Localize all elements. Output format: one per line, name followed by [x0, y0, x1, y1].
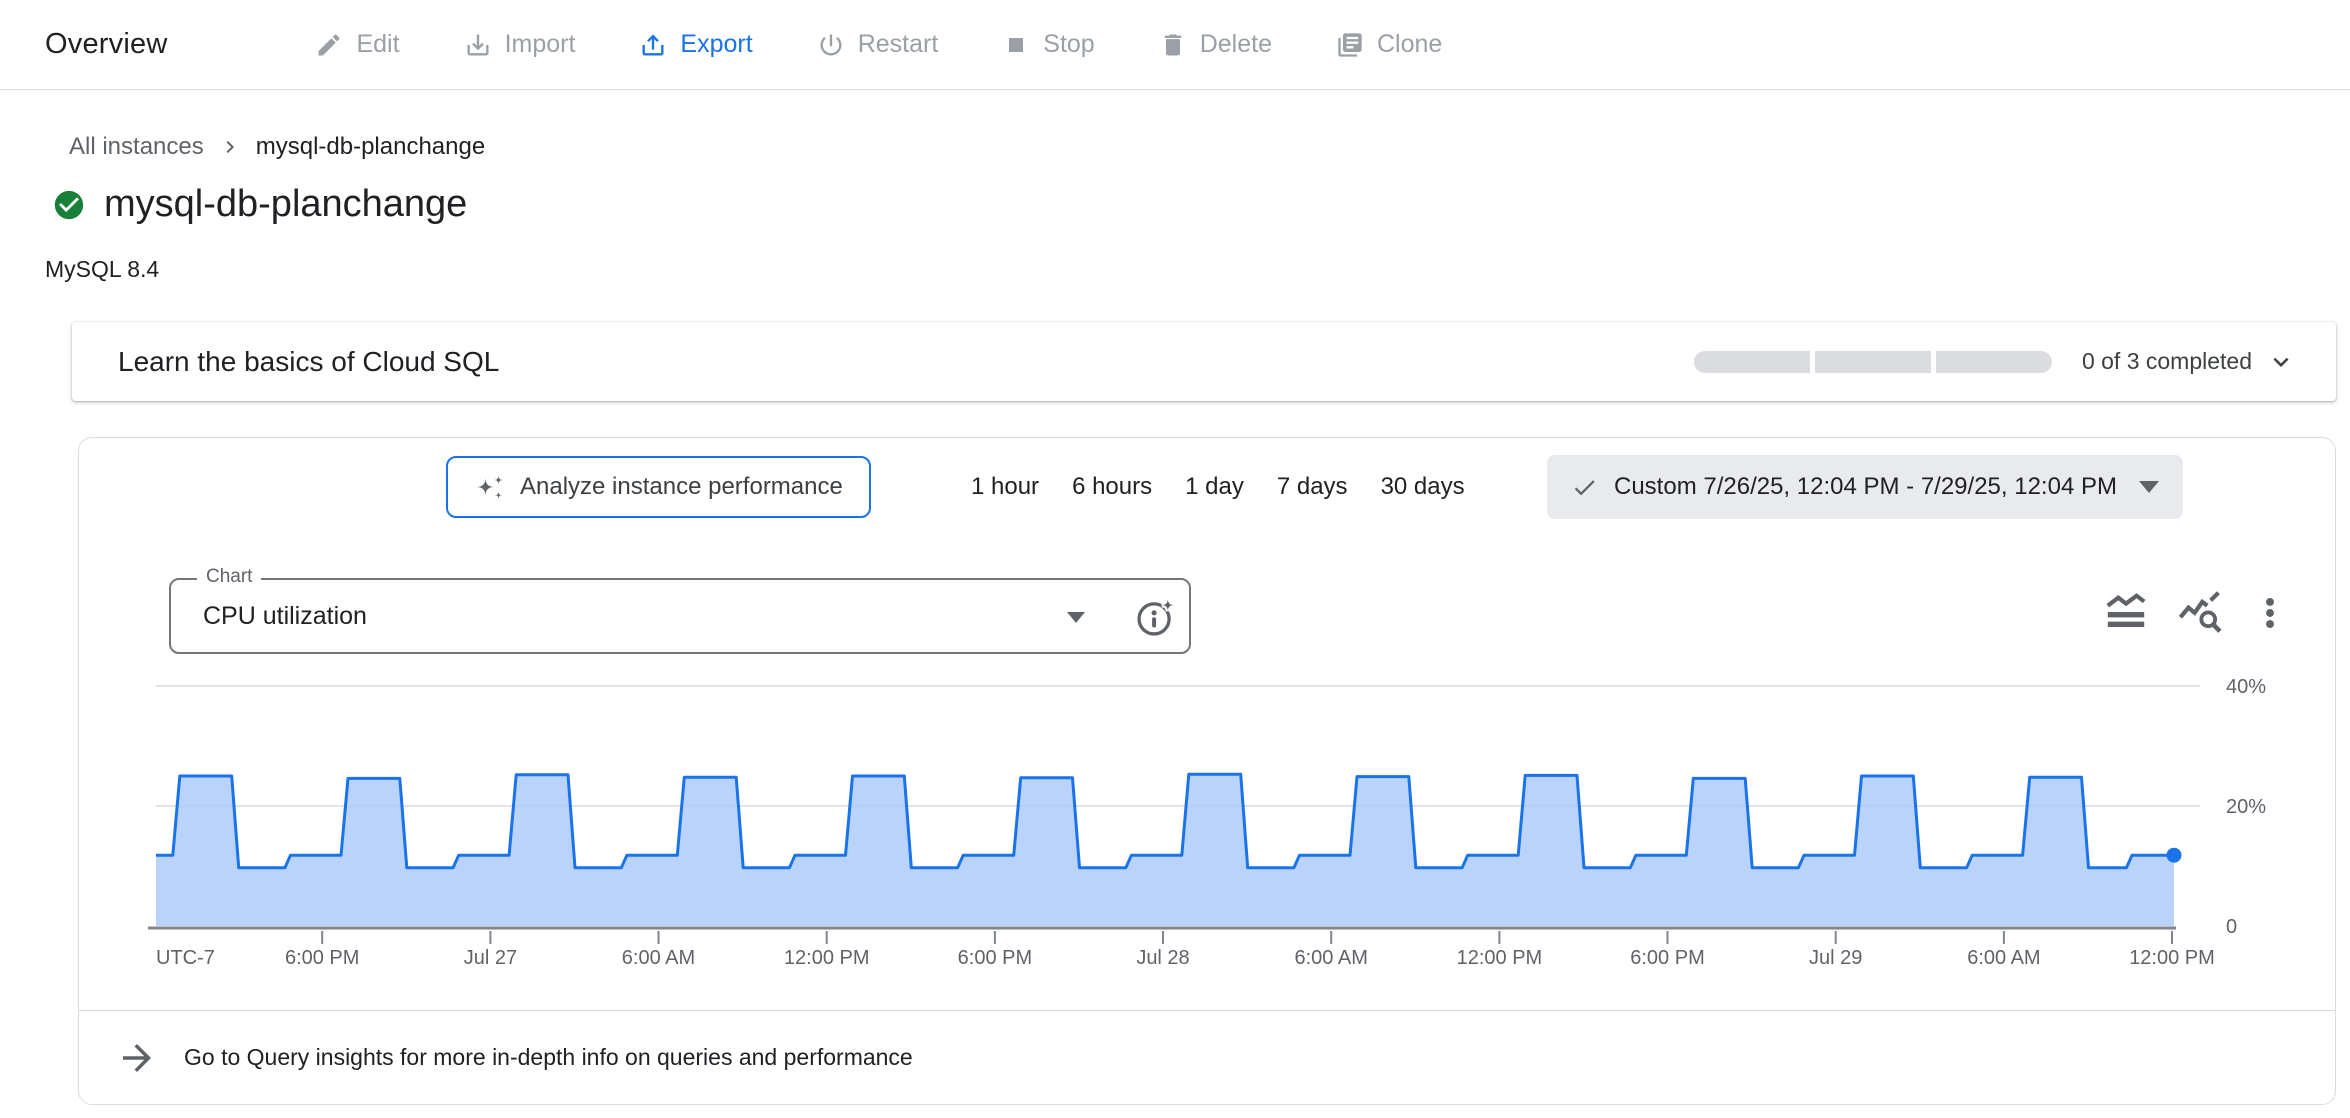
clone-button[interactable]: Clone [1336, 30, 1442, 59]
clone-label: Clone [1377, 30, 1442, 59]
check-icon [1571, 474, 1598, 501]
range-6-hours[interactable]: 6 hours [1072, 473, 1152, 501]
chart-toolbar [2103, 590, 2289, 636]
progress-segment [1815, 351, 1931, 373]
query-insights-link[interactable]: Go to Query insights for more in-depth i… [79, 1010, 2335, 1104]
range-30-days[interactable]: 30 days [1381, 473, 1465, 501]
kebab-menu-icon [2251, 592, 2289, 634]
delete-label: Delete [1200, 30, 1272, 59]
analyze-performance-button[interactable]: Analyze instance performance [446, 456, 871, 518]
arrow-right-icon [116, 1037, 158, 1079]
cloud-sql-overview-page: Overview Edit Import Export Restart Stop [0, 0, 2350, 1118]
instance-name: mysql-db-planchange [104, 183, 467, 226]
export-button[interactable]: Export [639, 30, 752, 59]
x-tick-label: 12:00 PM [784, 947, 870, 969]
chart-more-options-button[interactable] [2251, 592, 2289, 634]
pencil-icon [315, 31, 343, 59]
chevron-down-icon [2266, 347, 2296, 377]
query-insights-text: Go to Query insights for more in-depth i… [184, 1044, 913, 1071]
x-tick-label: 6:00 PM [958, 947, 1032, 969]
restart-label: Restart [858, 30, 939, 59]
breadcrumb-all-instances-link[interactable]: All instances [69, 133, 204, 161]
top-toolbar: Overview Edit Import Export Restart Stop [0, 0, 2350, 90]
dropdown-arrow-icon [2139, 481, 2159, 493]
breadcrumb: All instances mysql-db-planchange [69, 133, 2350, 161]
import-button[interactable]: Import [464, 30, 576, 59]
area-chart-toggle-button[interactable] [2103, 590, 2149, 636]
trash-icon [1159, 31, 1187, 59]
clone-icon [1336, 31, 1364, 59]
import-icon [464, 31, 492, 59]
learn-banner-title: Learn the basics of Cloud SQL [118, 346, 499, 378]
chart-metric-select[interactable]: Chart CPU utilization [169, 578, 1191, 654]
y-tick-label: 0 [2226, 916, 2237, 938]
x-tick-label: Jul 27 [464, 947, 517, 969]
status-ok-icon [52, 188, 86, 222]
chevron-right-icon [218, 135, 242, 159]
time-range-options: 1 hour 6 hours 1 day 7 days 30 days [971, 456, 1465, 518]
x-tick-label: 12:00 PM [2129, 947, 2215, 969]
info-sparkle-icon [1133, 596, 1177, 640]
progress-label: 0 of 3 completed [2082, 348, 2252, 375]
analyze-button-label: Analyze instance performance [520, 473, 843, 501]
progress-segment [1936, 351, 2052, 373]
power-icon [817, 31, 845, 59]
edit-label: Edit [356, 30, 399, 59]
engine-version: MySQL 8.4 [45, 256, 2350, 283]
instance-title-row: mysql-db-planchange [52, 183, 2350, 226]
stop-icon [1002, 31, 1030, 59]
stop-label: Stop [1043, 30, 1094, 59]
stop-button[interactable]: Stop [1002, 30, 1094, 59]
query-stats-icon [2177, 590, 2223, 636]
select-arrow-icon [1067, 612, 1085, 623]
x-tick-label: 6:00 PM [1630, 947, 1704, 969]
x-tick-label: Jul 29 [1809, 947, 1862, 969]
progress-segment [1694, 351, 1810, 373]
y-tick-label: 20% [2226, 796, 2266, 818]
chart-select-value: CPU utilization [203, 580, 367, 652]
cpu-utilization-chart[interactable]: 6:00 PM Jul 27 6:00 AM 12:00 PM 6:00 PM Jul 2… [80, 646, 2335, 991]
custom-range-label: Custom 7/26/25, 12:04 PM - 7/29/25, 12:0… [1614, 473, 2117, 501]
learn-banner-progress: 0 of 3 completed [1694, 347, 2296, 377]
x-tick-label: Jul 28 [1136, 947, 1189, 969]
toolbar-actions: Edit Import Export Restart Stop Delete [315, 30, 1442, 59]
banner-expand-button[interactable] [2266, 347, 2296, 377]
progress-bar [1694, 351, 2052, 373]
explore-metrics-button[interactable] [2177, 590, 2223, 636]
gemini-sparkle-icon [474, 473, 505, 501]
x-tick-label: 12:00 PM [1457, 947, 1543, 969]
y-tick-label: 40% [2226, 676, 2266, 698]
breadcrumb-current: mysql-db-planchange [256, 133, 485, 161]
cpu-area-fill [156, 774, 2174, 926]
page-title: Overview [45, 28, 167, 61]
export-icon [639, 31, 667, 59]
monitoring-card: Analyze instance performance 1 hour 6 ho… [78, 437, 2336, 1105]
delete-button[interactable]: Delete [1159, 30, 1272, 59]
area-chart-icon [2103, 590, 2149, 636]
x-tick-label: 6:00 PM [285, 947, 359, 969]
export-label: Export [680, 30, 752, 59]
range-7-days[interactable]: 7 days [1277, 473, 1348, 501]
x-tick-label: 6:00 AM [1967, 947, 2040, 969]
timezone-label: UTC-7 [156, 947, 215, 969]
metric-ai-info-button[interactable] [1133, 596, 1177, 640]
plot-area: 6:00 PM Jul 27 6:00 AM 12:00 PM 6:00 PM Jul 2… [80, 646, 2335, 991]
edit-button[interactable]: Edit [315, 30, 399, 59]
latest-point-dot [2167, 848, 2182, 863]
restart-button[interactable]: Restart [817, 30, 939, 59]
custom-range-selector[interactable]: Custom 7/26/25, 12:04 PM - 7/29/25, 12:0… [1547, 455, 2183, 519]
range-1-hour[interactable]: 1 hour [971, 473, 1039, 501]
x-tick-label: 6:00 AM [622, 947, 695, 969]
import-label: Import [505, 30, 576, 59]
range-1-day[interactable]: 1 day [1185, 473, 1244, 501]
x-tick-label: 6:00 AM [1295, 947, 1368, 969]
learn-basics-banner: Learn the basics of Cloud SQL 0 of 3 com… [72, 322, 2336, 401]
